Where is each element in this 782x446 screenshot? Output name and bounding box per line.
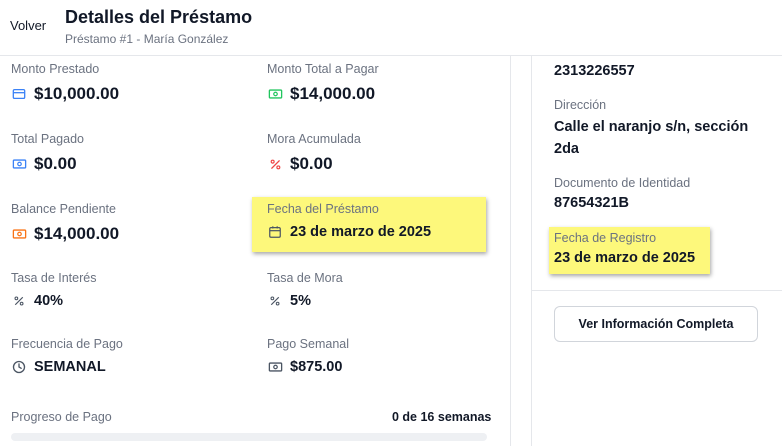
field-tasa-mora: Tasa de Mora 5% <box>267 271 343 309</box>
page-header: Volver Detalles del Préstamo Préstamo #1… <box>0 0 782 56</box>
label-frecuencia-pago: Frecuencia de Pago <box>11 337 123 351</box>
field-tasa-interes: Tasa de Interés 40% <box>11 271 96 309</box>
percent-icon <box>11 293 27 309</box>
percent-icon <box>267 293 283 309</box>
field-fecha-prestamo: Fecha del Préstamo 23 de marzo de 2025 <box>267 202 431 240</box>
field-mora-acumulada: Mora Acumulada $0.00 <box>267 132 361 174</box>
label-direccion: Dirección <box>554 98 607 112</box>
banknote-icon <box>11 226 27 242</box>
column-divider <box>510 56 511 446</box>
label-total-pagado: Total Pagado <box>11 132 84 146</box>
field-monto-total: Monto Total a Pagar $14,000.00 <box>267 62 379 104</box>
label-tasa-interes: Tasa de Interés <box>11 271 97 285</box>
clock-icon <box>11 359 27 375</box>
percent-icon <box>267 156 283 172</box>
banknote-icon <box>267 359 283 375</box>
field-monto-prestado: Monto Prestado $10,000.00 <box>11 62 119 104</box>
label-tasa-mora: Tasa de Mora <box>267 271 343 285</box>
back-button[interactable]: Volver <box>10 18 46 33</box>
section-divider <box>532 290 782 291</box>
loan-details-panel: Monto Prestado $10,000.00 Monto Total a … <box>0 56 510 446</box>
progress-count: 0 de 16 semanas <box>392 410 492 424</box>
payment-progress-bar <box>11 433 487 441</box>
label-fecha-prestamo: Fecha del Préstamo <box>267 202 379 216</box>
banknote-icon <box>11 156 27 172</box>
client-phone: 2313226557 <box>554 63 635 79</box>
value-frecuencia-pago: SEMANAL <box>34 359 106 375</box>
field-frecuencia-pago: Frecuencia de Pago SEMANAL <box>11 337 123 375</box>
label-mora-acumulada: Mora Acumulada <box>267 132 361 146</box>
label-fecha-registro: Fecha de Registro <box>554 231 657 245</box>
value-tasa-interes: 40% <box>34 293 64 309</box>
field-balance-pendiente: Balance Pendiente $14,000.00 <box>11 202 119 244</box>
calendar-icon <box>267 224 283 240</box>
value-monto-prestado: $10,000.00 <box>34 84 120 103</box>
client-info-panel: 2313226557 Dirección Calle el naranjo s/… <box>532 56 782 446</box>
page-title: Detalles del Préstamo <box>65 7 253 27</box>
value-pago-semanal: $875.00 <box>290 359 343 375</box>
credit-card-icon <box>11 86 27 102</box>
value-direccion: Calle el naranjo s/n, sección 2da <box>554 119 749 157</box>
label-balance-pendiente: Balance Pendiente <box>11 202 116 216</box>
label-pago-semanal: Pago Semanal <box>267 337 350 351</box>
field-fecha-registro: Fecha de Registro 23 de marzo de 2025 <box>554 231 695 269</box>
value-balance-pendiente: $14,000.00 <box>34 224 120 243</box>
value-fecha-prestamo: 23 de marzo de 2025 <box>290 224 432 240</box>
value-documento: 87654321B <box>554 195 629 211</box>
field-direccion: Dirección Calle el naranjo s/n, sección … <box>554 98 764 160</box>
value-monto-total: $14,000.00 <box>290 84 376 103</box>
value-fecha-registro: 23 de marzo de 2025 <box>554 250 696 266</box>
field-documento: Documento de Identidad 87654321B <box>554 176 690 214</box>
label-documento: Documento de Identidad <box>554 176 691 190</box>
progress-label: Progreso de Pago <box>11 410 112 424</box>
page-subtitle: Préstamo #1 - María González <box>65 32 229 46</box>
label-monto-total: Monto Total a Pagar <box>267 62 379 76</box>
label-monto-prestado: Monto Prestado <box>11 62 100 76</box>
view-full-info-button[interactable]: Ver Información Completa <box>554 306 758 342</box>
field-pago-semanal: Pago Semanal $875.00 <box>267 337 349 375</box>
banknote-icon <box>267 86 283 102</box>
field-total-pagado: Total Pagado $0.00 <box>11 132 84 174</box>
value-tasa-mora: 5% <box>290 293 311 309</box>
value-total-pagado: $0.00 <box>34 154 77 173</box>
value-mora-acumulada: $0.00 <box>290 154 333 173</box>
